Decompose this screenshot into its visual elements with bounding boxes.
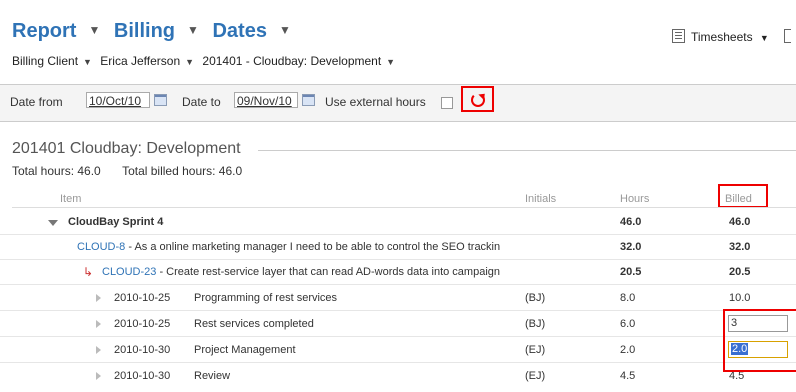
sprint-name: CloudBay Sprint 4 <box>68 216 164 228</box>
crumb-project[interactable]: 201401 - Cloudbay: Development <box>202 54 381 68</box>
crumb-user[interactable]: Erica Jefferson <box>100 54 180 68</box>
date-from-input[interactable]: 10/Oct/10 <box>86 92 150 108</box>
billed-cell: 20.5 <box>729 266 751 278</box>
billed-highlight <box>718 184 768 208</box>
worklog-description: Project Management <box>194 344 296 356</box>
crumb-billing-client[interactable]: Billing Client <box>12 54 78 68</box>
billed-cell: 32.0 <box>729 241 751 253</box>
edit-highlight <box>723 309 796 372</box>
table-row[interactable]: 2010-10-25 Rest services completed (BJ) … <box>0 312 796 337</box>
worklog-date: 2010-10-25 <box>114 292 171 304</box>
worklog-description: Review <box>194 370 231 382</box>
title-dates[interactable]: Dates <box>212 20 266 42</box>
issue-summary: CLOUD-8 - As a online marketing manager … <box>77 241 501 253</box>
expand-icon[interactable] <box>96 320 101 328</box>
initials-cell: (BJ) <box>525 292 546 304</box>
column-item: Item <box>60 193 82 205</box>
total-billed-hours: Total billed hours: 46.0 <box>122 164 243 178</box>
expand-icon[interactable] <box>96 346 101 354</box>
hours-cell: 8.0 <box>620 292 636 304</box>
total-hours: Total hours: 46.0 <box>12 164 101 178</box>
table-row[interactable]: CloudBay Sprint 4 46.0 46.0 <box>0 210 796 235</box>
table-row[interactable]: ↳ CLOUD-23 - Create rest-service layer t… <box>0 260 796 285</box>
chevron-down-icon: ▼ <box>759 33 769 43</box>
hours-cell: 6.0 <box>620 318 636 330</box>
external-hours-label: Use external hours <box>325 95 426 109</box>
issue-link[interactable]: CLOUD-8 <box>77 241 125 253</box>
chevron-down-icon[interactable]: ▼ <box>386 57 395 67</box>
hours-cell: 4.5 <box>620 370 636 382</box>
worklog-date: 2010-10-30 <box>114 370 171 382</box>
column-hours: Hours <box>620 193 650 205</box>
external-hours-checkbox[interactable] <box>441 97 453 109</box>
table-row[interactable]: CLOUD-8 - As a online marketing manager … <box>0 235 796 260</box>
calendar-icon[interactable] <box>302 94 315 106</box>
totals: Total hours: 46.0 Total billed hours: 46… <box>12 164 242 178</box>
issue-link[interactable]: CLOUD-23 <box>102 266 156 278</box>
expand-icon[interactable] <box>96 372 101 380</box>
billed-cell: 46.0 <box>729 216 751 228</box>
hours-cell: 2.0 <box>620 344 636 356</box>
worklog-description: Programming of rest services <box>194 292 338 304</box>
chevron-down-icon[interactable]: ▼ <box>187 23 199 37</box>
expand-icon[interactable] <box>96 294 101 302</box>
title-billing[interactable]: Billing <box>114 20 175 42</box>
timesheets-menu[interactable]: Timesheets ▼ <box>672 29 792 44</box>
report-title: Report ▼ Billing ▼ Dates ▼ <box>12 20 299 43</box>
chevron-down-icon[interactable]: ▼ <box>185 57 194 67</box>
worklog-date: 2010-10-30 <box>114 344 171 356</box>
title-report[interactable]: Report <box>12 20 76 42</box>
more-icon[interactable] <box>784 29 792 43</box>
date-to-input[interactable]: 09/Nov/10 <box>234 92 298 108</box>
chevron-down-icon[interactable]: ▼ <box>279 23 291 37</box>
timesheets-label: Timesheets <box>691 30 753 44</box>
subtask-icon: ↳ <box>83 265 94 279</box>
issue-summary: CLOUD-23 - Create rest-service layer tha… <box>102 266 501 278</box>
table-row[interactable]: 2010-10-30 Project Management (EJ) 2.0 2… <box>0 338 796 363</box>
billed-cell[interactable]: 10.0 <box>729 286 750 310</box>
table-row[interactable]: 2010-10-25 Programming of rest services … <box>0 286 796 311</box>
table-row[interactable]: 2010-10-30 Review (EJ) 4.5 4.5 <box>0 364 796 388</box>
initials-cell: (EJ) <box>525 370 546 382</box>
column-initials: Initials <box>525 193 557 205</box>
breadcrumb: Billing Client ▼ Erica Jefferson ▼ 201401 … <box>12 54 400 68</box>
refresh-icon <box>471 93 485 107</box>
collapse-icon[interactable] <box>48 220 58 226</box>
initials-cell: (BJ) <box>525 318 546 330</box>
date-from-label: Date from <box>10 95 63 109</box>
calendar-icon[interactable] <box>154 94 167 106</box>
hours-cell: 32.0 <box>620 241 642 253</box>
worklog-description: Rest services completed <box>194 318 314 330</box>
initials-cell: (EJ) <box>525 344 546 356</box>
chevron-down-icon[interactable]: ▼ <box>83 57 92 67</box>
section-title: 201401 Cloudbay: Development <box>12 140 241 157</box>
divider <box>258 150 796 151</box>
timesheet-icon <box>672 29 685 43</box>
hours-cell: 46.0 <box>620 216 642 228</box>
chevron-down-icon[interactable]: ▼ <box>88 23 100 37</box>
date-to-label: Date to <box>182 95 221 109</box>
hours-cell: 20.5 <box>620 266 642 278</box>
refresh-button[interactable] <box>461 86 494 112</box>
divider <box>12 207 796 208</box>
worklog-date: 2010-10-25 <box>114 318 171 330</box>
filter-bar: Date from 10/Oct/10 Date to 09/Nov/10 Us… <box>0 84 796 122</box>
